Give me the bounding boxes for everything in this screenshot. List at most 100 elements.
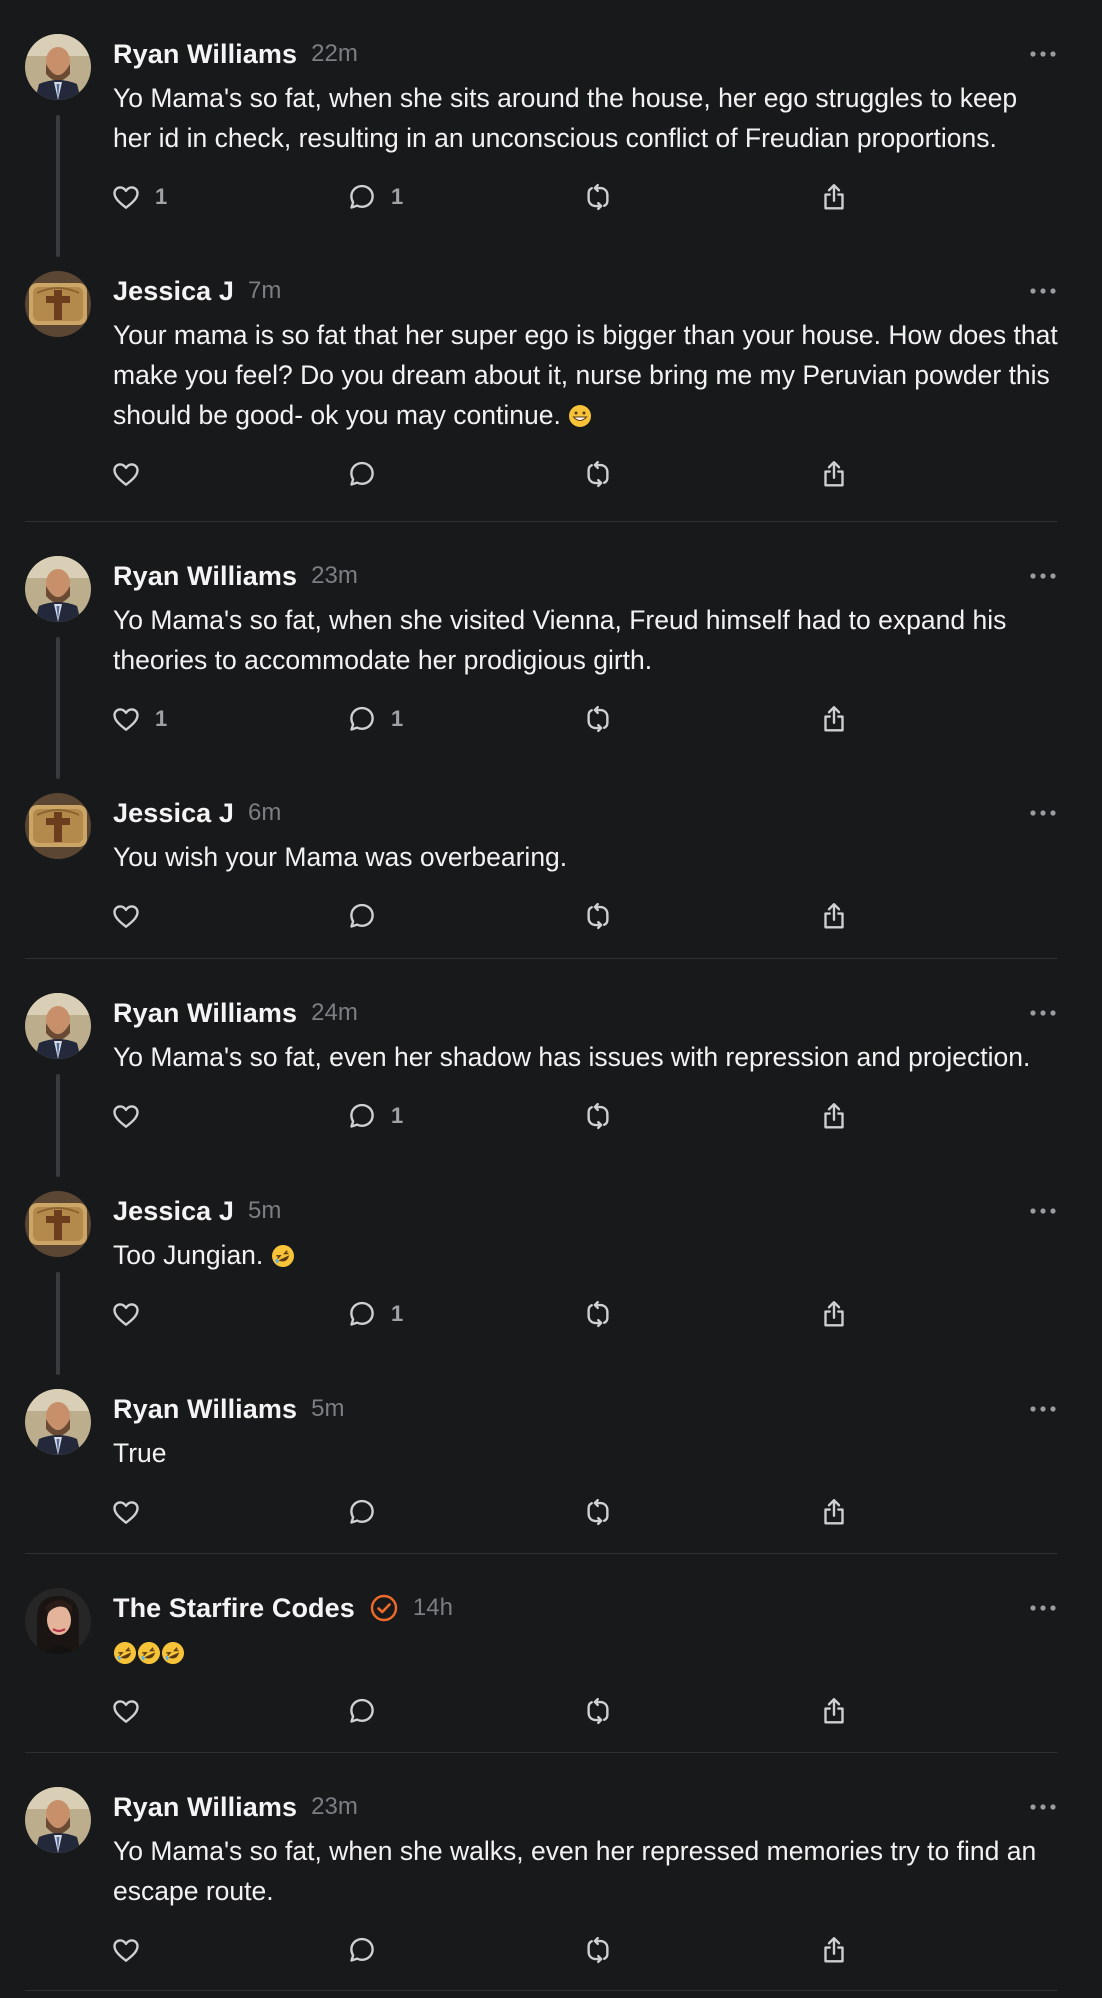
post-text: Your mama is so fat that her super ego i…	[113, 315, 1058, 435]
repost-button[interactable]	[585, 1101, 821, 1131]
share-button[interactable]	[821, 1696, 849, 1726]
post-text: Yo Mama's so fat, when she walks, even h…	[113, 1836, 1044, 1906]
like-button[interactable]	[113, 1101, 349, 1131]
like-button[interactable]: 1	[113, 182, 349, 212]
like-button[interactable]	[113, 459, 349, 489]
post-timestamp[interactable]: 23m	[311, 562, 358, 590]
avatar[interactable]	[25, 271, 91, 337]
avatar[interactable]	[25, 793, 91, 859]
share-button[interactable]	[821, 1935, 849, 1965]
repost-button[interactable]	[585, 1696, 821, 1726]
avatar[interactable]	[25, 1389, 91, 1455]
more-icon[interactable]	[1028, 1201, 1058, 1221]
avatar[interactable]	[25, 34, 91, 100]
reply-button[interactable]: 1	[349, 704, 585, 734]
heart-icon	[113, 905, 139, 928]
reply-count: 1	[391, 706, 404, 731]
share-button[interactable]	[821, 459, 849, 489]
author-name[interactable]: Jessica J	[113, 798, 234, 829]
author-name[interactable]: Jessica J	[113, 276, 234, 307]
comment-icon	[350, 1937, 374, 1962]
more-icon[interactable]	[1028, 803, 1058, 823]
share-icon	[824, 1301, 844, 1327]
more-icon[interactable]	[1028, 1399, 1058, 1419]
post-text: Too Jungian.	[113, 1235, 1058, 1275]
more-icon[interactable]	[1028, 1003, 1058, 1023]
repost-button[interactable]	[585, 901, 821, 931]
thread-post[interactable]: Jessica J 5m Too Jungian. 1	[0, 1157, 1102, 1375]
thread-post[interactable]: The Starfire Codes 14h	[0, 1554, 1102, 1753]
share-button[interactable]	[821, 704, 849, 734]
post-timestamp[interactable]: 24m	[311, 999, 358, 1027]
author-name[interactable]: Jessica J	[113, 1196, 234, 1227]
post-timestamp[interactable]: 14h	[413, 1594, 453, 1622]
post-timestamp[interactable]: 5m	[311, 1395, 344, 1423]
author-name[interactable]: Ryan Williams	[113, 1394, 297, 1425]
reply-button[interactable]	[349, 1497, 585, 1527]
share-icon	[824, 184, 844, 210]
post-timestamp[interactable]: 23m	[311, 1793, 358, 1821]
like-button[interactable]	[113, 1935, 349, 1965]
repost-button[interactable]	[585, 704, 821, 734]
reply-button[interactable]	[349, 1696, 585, 1726]
more-icon[interactable]	[1028, 1598, 1058, 1618]
post-timestamp[interactable]: 6m	[248, 799, 281, 827]
share-icon	[824, 1103, 844, 1129]
post-actions	[113, 897, 1058, 935]
like-button[interactable]	[113, 1299, 349, 1329]
author-name[interactable]: Ryan Williams	[113, 1792, 297, 1823]
share-button[interactable]	[821, 901, 849, 931]
share-button[interactable]	[821, 1299, 849, 1329]
repost-icon	[587, 1936, 609, 1964]
comment-icon	[350, 1301, 374, 1326]
share-icon	[824, 1698, 844, 1724]
avatar[interactable]	[25, 556, 91, 622]
thread-post[interactable]: Jessica J 7m Your mama is so fat that he…	[0, 237, 1102, 522]
repost-button[interactable]	[585, 1935, 821, 1965]
thread-post[interactable]: Ryan Williams 22m Yo Mama's so fat, when…	[0, 0, 1102, 257]
repost-button[interactable]	[585, 459, 821, 489]
more-icon[interactable]	[1028, 44, 1058, 64]
post-text: Yo Mama's so fat, even her shadow has is…	[113, 1042, 1031, 1072]
post-timestamp[interactable]: 5m	[248, 1197, 281, 1225]
thread-post[interactable]: Ryan Williams 24m Yo Mama's so fat, even…	[0, 959, 1102, 1177]
repost-icon	[587, 705, 609, 733]
like-button[interactable]: 1	[113, 704, 349, 734]
avatar[interactable]	[25, 993, 91, 1059]
repost-button[interactable]	[585, 182, 821, 212]
share-button[interactable]	[821, 1101, 849, 1131]
like-button[interactable]	[113, 1497, 349, 1527]
thread-post[interactable]: Ryan Williams 5m True	[0, 1355, 1102, 1554]
post-timestamp[interactable]: 7m	[248, 277, 281, 305]
author-name[interactable]: The Starfire Codes	[113, 1593, 355, 1624]
author-name[interactable]: Ryan Williams	[113, 39, 297, 70]
more-icon[interactable]	[1028, 566, 1058, 586]
avatar[interactable]	[25, 1787, 91, 1853]
more-icon[interactable]	[1028, 281, 1058, 301]
heart-icon	[113, 186, 139, 209]
reply-button[interactable]	[349, 901, 585, 931]
repost-button[interactable]	[585, 1299, 821, 1329]
author-name[interactable]: Ryan Williams	[113, 561, 297, 592]
post-actions: 1 1	[113, 700, 1058, 738]
more-icon[interactable]	[1028, 1797, 1058, 1817]
thread-post[interactable]: Ryan Williams 23m Yo Mama's so fat, when…	[0, 1753, 1102, 1991]
thread-post[interactable]: Ryan Williams 23m Yo Mama's so fat, when…	[0, 522, 1102, 779]
reply-button[interactable]: 1	[349, 182, 585, 212]
thread-line	[56, 115, 60, 257]
thread-post[interactable]: Jessica J 6m You wish your Mama was over…	[0, 759, 1102, 959]
share-icon	[824, 706, 844, 732]
repost-button[interactable]	[585, 1497, 821, 1527]
share-button[interactable]	[821, 1497, 849, 1527]
like-button[interactable]	[113, 901, 349, 931]
author-name[interactable]: Ryan Williams	[113, 998, 297, 1029]
reply-button[interactable]: 1	[349, 1299, 585, 1329]
post-timestamp[interactable]: 22m	[311, 40, 358, 68]
avatar[interactable]	[25, 1191, 91, 1257]
avatar[interactable]	[25, 1588, 91, 1654]
share-button[interactable]	[821, 182, 849, 212]
reply-button[interactable]: 1	[349, 1101, 585, 1131]
like-button[interactable]	[113, 1696, 349, 1726]
reply-button[interactable]	[349, 459, 585, 489]
reply-button[interactable]	[349, 1935, 585, 1965]
